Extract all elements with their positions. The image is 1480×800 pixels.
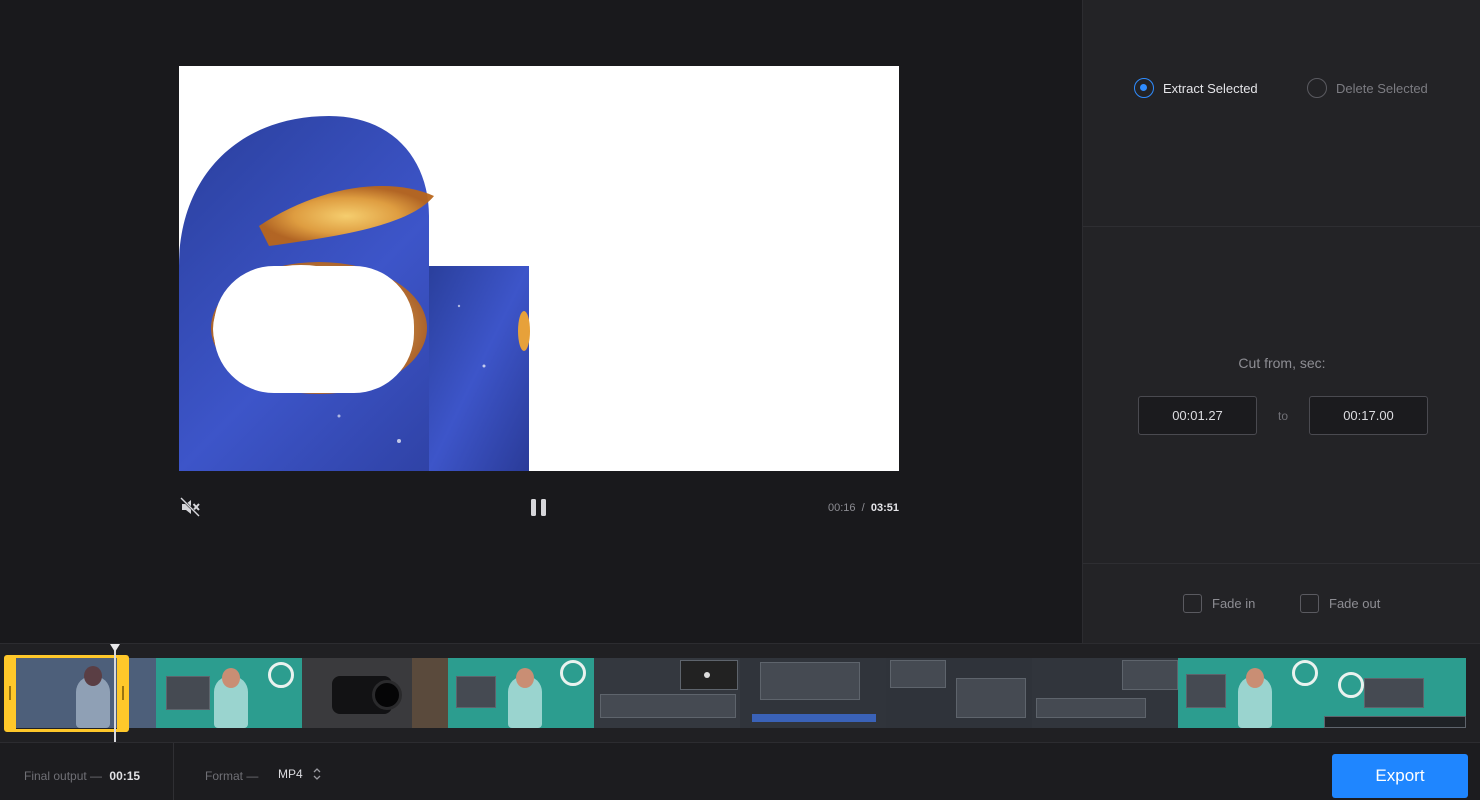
footer-divider (173, 743, 174, 800)
timeline-thumbnail (1032, 658, 1178, 728)
format-label: Format — (205, 769, 259, 783)
final-output-value: 00:15 (109, 769, 141, 783)
timeline-thumbnail (740, 658, 886, 728)
total-time: 03:51 (870, 502, 899, 514)
extract-selected-option[interactable]: Extract Selected (1134, 78, 1258, 98)
speaker-muted-icon (180, 497, 200, 517)
fade-section: Fade in Fade out (1083, 564, 1480, 643)
final-output: Final output — 00:15 (24, 769, 140, 783)
delete-selected-label: Delete Selected (1336, 80, 1428, 96)
timeline[interactable] (0, 643, 1480, 742)
video-frame-image (179, 66, 899, 471)
export-button[interactable]: Export (1332, 754, 1468, 798)
time-separator: / (861, 502, 865, 514)
fade-out-checkbox[interactable] (1300, 594, 1319, 613)
video-player: 00:16 / 03:51 (0, 0, 1082, 643)
fade-out-option[interactable]: Fade out (1300, 594, 1380, 613)
settings-panel: Extract Selected Delete Selected Cut fro… (1082, 0, 1480, 643)
fade-out-label: Fade out (1329, 596, 1381, 611)
footer-bar: Final output — 00:15 Format — MP4 Export (0, 742, 1480, 800)
timeline-thumbnail (1178, 658, 1324, 728)
format-value: MP4 (278, 767, 303, 781)
timeline-thumbnail (448, 658, 594, 728)
extract-selected-label: Extract Selected (1163, 80, 1258, 96)
playback-time: 00:16 / 03:51 (828, 502, 899, 514)
timeline-thumbnail (1324, 658, 1466, 728)
video-preview[interactable] (179, 66, 899, 471)
cut-from-label: Cut from, sec: (1238, 355, 1326, 371)
timeline-thumbnail (594, 658, 740, 728)
cut-range-section: Cut from, sec: to (1083, 227, 1480, 564)
cut-start-input[interactable] (1138, 396, 1257, 435)
fade-in-label: Fade in (1212, 596, 1256, 611)
format-select[interactable]: MP4 (278, 767, 321, 781)
pause-button[interactable] (529, 497, 549, 519)
timeline-thumbnail (886, 658, 1032, 728)
fade-in-checkbox[interactable] (1183, 594, 1202, 613)
timeline-thumbnail (156, 658, 302, 728)
to-label: to (1278, 409, 1289, 423)
playhead[interactable] (110, 644, 120, 742)
range-end-handle[interactable] (117, 658, 129, 729)
selected-range[interactable] (4, 655, 129, 732)
mute-toggle-button[interactable] (179, 496, 201, 518)
delete-selected-radio[interactable] (1307, 78, 1327, 98)
mode-section: Extract Selected Delete Selected (1083, 0, 1480, 227)
delete-selected-option[interactable]: Delete Selected (1307, 78, 1428, 98)
fade-in-option[interactable]: Fade in (1183, 594, 1255, 613)
pause-icon (531, 499, 546, 516)
current-time: 00:16 (828, 502, 856, 514)
final-output-label: Final output — (24, 769, 103, 783)
range-start-handle[interactable] (4, 658, 16, 729)
timeline-thumbnail (302, 658, 448, 728)
player-controls: 00:16 / 03:51 (179, 492, 899, 524)
extract-selected-radio[interactable] (1134, 78, 1154, 98)
video-cutter-app: 00:16 / 03:51 Extract Selected Delete Se… (0, 0, 1480, 800)
sort-updown-icon (313, 768, 321, 780)
timeline-thumbnails[interactable] (14, 658, 1466, 728)
cut-end-input[interactable] (1309, 396, 1428, 435)
